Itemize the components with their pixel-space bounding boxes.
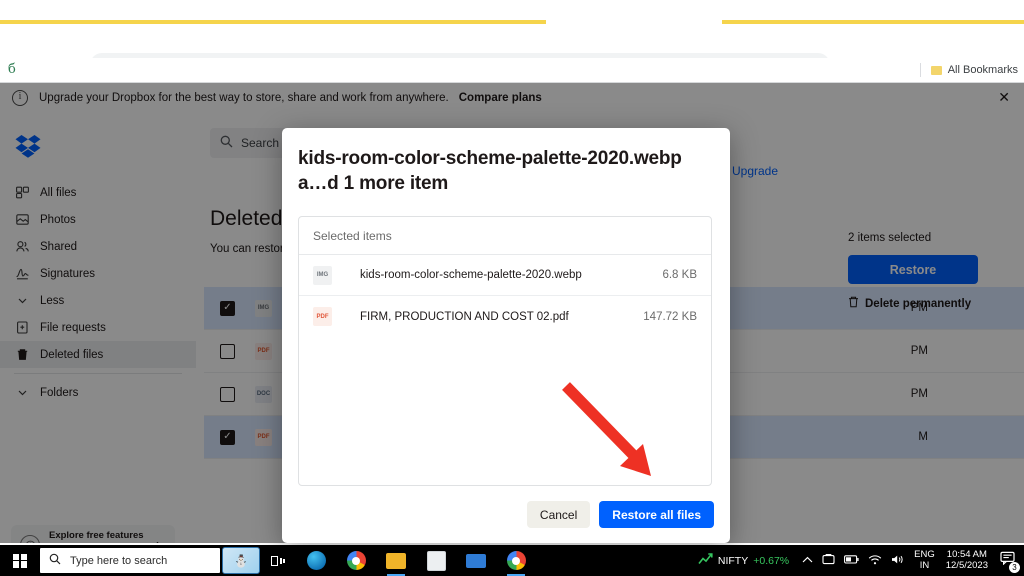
- clock-time: 10:54 AM: [947, 549, 987, 560]
- mail-icon: [466, 554, 486, 568]
- list-item: IMG kids-room-color-scheme-palette-2020.…: [299, 255, 711, 296]
- selected-items-list: Selected items IMG kids-room-color-schem…: [298, 216, 712, 486]
- clock[interactable]: 10:54 AM 12/5/2023: [946, 550, 988, 571]
- task-view-icon: [271, 555, 286, 567]
- language-line1: ENG: [914, 549, 935, 560]
- battery-icon[interactable]: [844, 555, 859, 567]
- task-view-button[interactable]: [260, 545, 296, 576]
- restore-all-files-button[interactable]: Restore all files: [599, 501, 714, 528]
- bookmark-item-first[interactable]: б: [8, 62, 16, 77]
- cancel-button[interactable]: Cancel: [527, 501, 590, 528]
- pdf-file-icon: PDF: [313, 307, 332, 326]
- selected-items-label: Selected items: [313, 229, 392, 243]
- taskbar-search-placeholder: Type here to search: [70, 555, 167, 567]
- windows-taskbar: Type here to search ⛄: [0, 545, 1024, 576]
- taskbar-app-chrome-window[interactable]: [496, 545, 536, 576]
- taskbar-app-mail[interactable]: [456, 545, 496, 576]
- microsoft-store-icon: [427, 551, 446, 571]
- search-icon: [49, 553, 61, 568]
- language-line2: IN: [920, 560, 930, 571]
- list-item-name: FIRM, PRODUCTION AND COST 02.pdf: [360, 311, 643, 323]
- language-indicator[interactable]: ENG IN: [914, 550, 935, 571]
- weather-widget-icon[interactable]: ⛄: [222, 547, 260, 574]
- stock-ticker[interactable]: NIFTY +0.67%: [698, 553, 789, 568]
- all-bookmarks-label: All Bookmarks: [948, 64, 1018, 76]
- taskbar-app-file-explorer[interactable]: [376, 545, 416, 576]
- onedrive-icon[interactable]: [822, 554, 835, 568]
- selected-items-header: Selected items: [299, 217, 711, 255]
- edge-icon: [307, 551, 326, 570]
- bookmarks-bar: б All Bookmarks: [0, 58, 1024, 82]
- taskbar-app-edge[interactable]: [296, 545, 336, 576]
- chrome-window-icon: [507, 551, 526, 570]
- start-button[interactable]: [0, 545, 40, 576]
- list-item-size: 147.72 KB: [643, 311, 697, 323]
- browser-tab-strip[interactable]: [0, 0, 1024, 23]
- notifications-button[interactable]: 3: [1000, 551, 1016, 570]
- taskbar-search-input[interactable]: Type here to search: [40, 548, 220, 573]
- wifi-icon[interactable]: [868, 554, 882, 568]
- stock-change: +0.67%: [753, 555, 789, 567]
- trending-up-icon: [698, 553, 713, 568]
- restore-files-dialog: kids-room-color-scheme-palette-2020.webp…: [282, 128, 730, 543]
- browser-toolbar: ← → ⟳ dropbox.com/deleted_files?start_ts…: [0, 24, 1024, 58]
- image-file-icon: IMG: [313, 266, 332, 285]
- notification-count-badge: 3: [1009, 562, 1020, 573]
- chrome-icon: [347, 551, 366, 570]
- list-item-name: kids-room-color-scheme-palette-2020.webp: [360, 269, 662, 281]
- volume-icon[interactable]: [891, 554, 905, 568]
- list-item: PDF FIRM, PRODUCTION AND COST 02.pdf 147…: [299, 296, 711, 337]
- system-tray: NIFTY +0.67% ENG IN 10:54: [698, 545, 1024, 576]
- taskbar-app-microsoft-store[interactable]: [416, 545, 456, 576]
- folder-icon: [931, 66, 942, 75]
- dialog-actions: Cancel Restore all files: [527, 501, 714, 528]
- bookmark-divider: [920, 63, 921, 77]
- dialog-title: kids-room-color-scheme-palette-2020.webp…: [298, 146, 710, 197]
- all-bookmarks-button[interactable]: All Bookmarks: [920, 58, 1018, 82]
- clock-date: 12/5/2023: [946, 560, 988, 571]
- stock-label: NIFTY: [718, 555, 748, 567]
- file-explorer-icon: [386, 553, 406, 569]
- taskbar-app-chrome[interactable]: [336, 545, 376, 576]
- screen-root: ← → ⟳ dropbox.com/deleted_files?start_ts…: [0, 0, 1024, 576]
- chevron-up-icon[interactable]: [802, 555, 813, 567]
- list-item-size: 6.8 KB: [662, 269, 697, 281]
- windows-start-icon: [13, 554, 27, 568]
